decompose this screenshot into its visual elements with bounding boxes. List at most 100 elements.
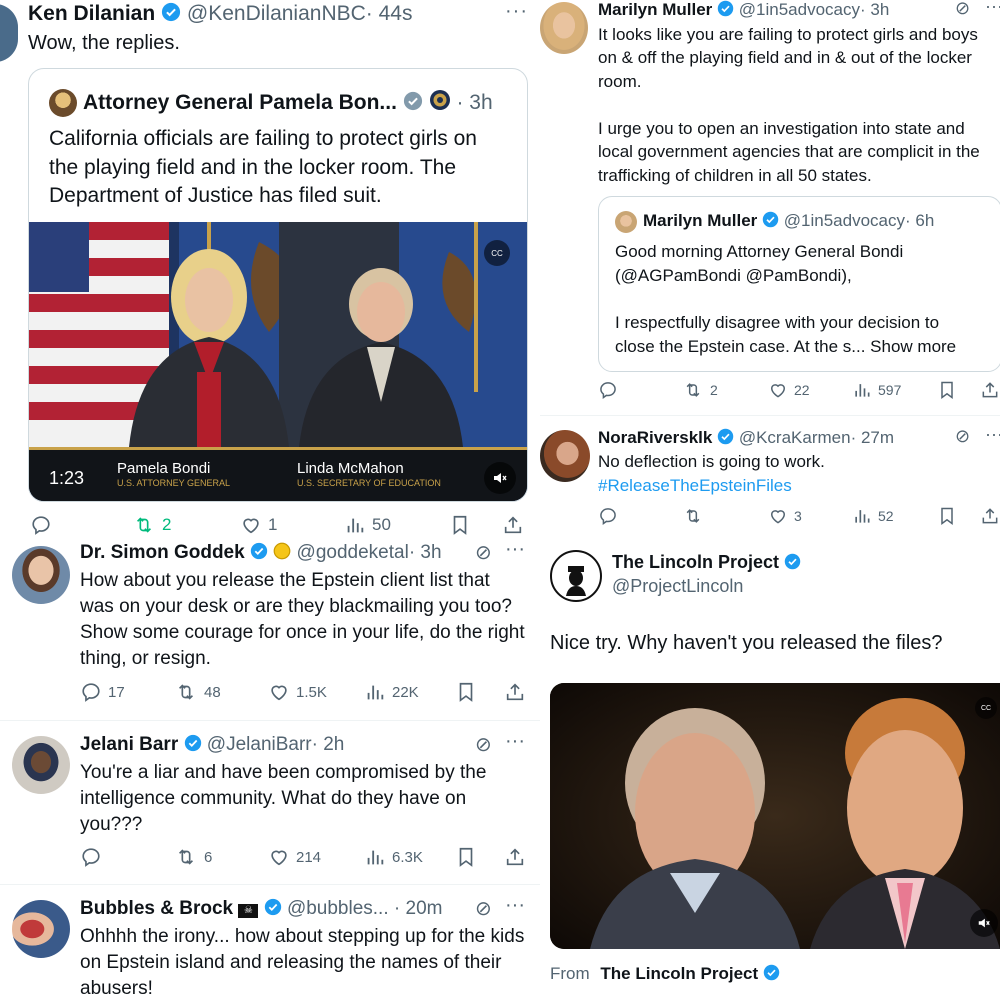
lower-third-name-1: Pamela Bondi bbox=[117, 460, 211, 477]
bookmark-button[interactable] bbox=[938, 506, 956, 526]
timestamp[interactable]: · 44s bbox=[366, 2, 413, 25]
views-button[interactable]: 52 bbox=[852, 506, 894, 526]
bookmark-button[interactable] bbox=[450, 514, 470, 536]
author-name[interactable]: NoraRiversklk bbox=[598, 428, 712, 447]
mute-icon[interactable] bbox=[970, 909, 998, 937]
share-icon bbox=[506, 848, 524, 866]
retweet-count: 2 bbox=[162, 515, 172, 534]
reply-button[interactable] bbox=[80, 846, 102, 868]
retweet-button[interactable]: 6 bbox=[174, 846, 212, 868]
views-button[interactable]: 6.3K bbox=[364, 846, 423, 868]
author-handle[interactable]: @bubbles... bbox=[287, 898, 389, 919]
share-button[interactable] bbox=[502, 514, 524, 536]
like-button[interactable]: 1.5K bbox=[268, 681, 327, 703]
views-button[interactable]: 50 bbox=[344, 514, 391, 536]
like-button[interactable]: 214 bbox=[268, 846, 321, 868]
author-name[interactable]: Bubbles & Brock bbox=[80, 898, 233, 919]
show-more-link[interactable]: Show more bbox=[870, 337, 956, 356]
avatar[interactable] bbox=[540, 430, 590, 482]
views-button[interactable]: 597 bbox=[852, 380, 901, 400]
grok-icon[interactable]: ⊘ bbox=[955, 426, 970, 447]
author-handle[interactable]: @goddeketal bbox=[297, 542, 409, 563]
doj-seal-icon bbox=[429, 90, 450, 110]
reply-icon bbox=[82, 683, 100, 702]
quote-tweet-card[interactable]: Marilyn Muller @1in5advocacy· 6h Good mo… bbox=[598, 196, 1000, 372]
retweet-button[interactable]: 48 bbox=[174, 681, 221, 703]
author-name[interactable]: Ken Dilanian bbox=[28, 2, 155, 25]
retweet-button[interactable]: 2 bbox=[132, 514, 171, 536]
timestamp[interactable]: · 20m bbox=[394, 898, 443, 919]
author-handle[interactable]: @1in5advocacy bbox=[739, 0, 860, 19]
captions-icon[interactable]: CC bbox=[484, 240, 510, 266]
verified-badge-icon bbox=[184, 734, 201, 752]
author-name[interactable]: Jelani Barr bbox=[80, 734, 178, 755]
avatar[interactable] bbox=[12, 546, 70, 604]
timestamp[interactable]: · 27m bbox=[851, 428, 894, 447]
more-icon[interactable]: ··· bbox=[505, 540, 525, 561]
retweet-button[interactable]: 2 bbox=[682, 380, 718, 400]
more-icon[interactable]: ··· bbox=[505, 894, 525, 917]
like-button[interactable]: 1 bbox=[240, 514, 277, 536]
bookmark-button[interactable] bbox=[938, 380, 956, 400]
reply-button[interactable]: 17 bbox=[80, 681, 125, 703]
timestamp[interactable]: · 3h bbox=[409, 542, 442, 563]
reply-button[interactable] bbox=[598, 506, 618, 526]
quote-tweet-card[interactable]: Attorney General Pamela Bon... · 3h Cali… bbox=[28, 68, 528, 502]
tweet-marilyn-muller-panel: Marilyn Muller @1in5advocacy· 3h ⊘ ··· I… bbox=[540, 0, 1000, 540]
more-icon[interactable]: ··· bbox=[985, 424, 1000, 445]
quote-line-2: (@AGPamBondi @PamBondi), bbox=[615, 266, 852, 285]
like-count: 1 bbox=[268, 515, 278, 534]
more-icon[interactable]: ··· bbox=[505, 0, 528, 23]
views-icon bbox=[347, 518, 364, 533]
share-button[interactable] bbox=[980, 380, 1000, 400]
reply-button[interactable] bbox=[30, 514, 52, 536]
timestamp[interactable]: · 2h bbox=[312, 734, 345, 755]
embedded-video[interactable]: CC bbox=[550, 683, 1000, 949]
avatar[interactable] bbox=[550, 550, 602, 602]
grok-icon[interactable]: ⊘ bbox=[475, 732, 492, 757]
mute-icon[interactable] bbox=[484, 462, 516, 494]
share-button[interactable] bbox=[980, 506, 1000, 526]
views-icon bbox=[855, 384, 870, 397]
bookmark-icon bbox=[453, 515, 467, 535]
views-button[interactable]: 22K bbox=[364, 681, 419, 703]
grok-icon[interactable]: ⊘ bbox=[475, 896, 492, 921]
avatar[interactable] bbox=[12, 736, 70, 794]
bookmark-button[interactable] bbox=[456, 846, 476, 868]
avatar[interactable] bbox=[12, 900, 70, 958]
reply-button[interactable] bbox=[598, 380, 618, 400]
author-handle[interactable]: @ProjectLincoln bbox=[612, 576, 743, 597]
author-name[interactable]: Dr. Simon Goddek bbox=[80, 542, 245, 563]
more-icon[interactable]: ··· bbox=[505, 730, 525, 753]
tweet-lincoln-project: The Lincoln Project @ProjectLincoln Nice… bbox=[540, 540, 1000, 1000]
views-icon bbox=[855, 510, 870, 523]
lower-third-title-2: U.S. SECRETARY OF EDUCATION bbox=[297, 478, 441, 488]
grok-icon[interactable]: ⊘ bbox=[475, 540, 492, 565]
author-handle[interactable]: @JelaniBarr bbox=[207, 734, 312, 755]
avatar[interactable] bbox=[0, 4, 18, 62]
share-button[interactable] bbox=[504, 681, 526, 703]
author-name[interactable]: The Lincoln Project bbox=[612, 552, 779, 572]
bookmark-button[interactable] bbox=[456, 681, 476, 703]
views-icon bbox=[367, 685, 384, 700]
more-icon[interactable]: ··· bbox=[985, 0, 1000, 17]
captions-icon[interactable]: CC bbox=[975, 697, 997, 719]
avatar[interactable] bbox=[540, 2, 588, 54]
like-button[interactable]: 22 bbox=[768, 380, 810, 400]
like-button[interactable]: 3 bbox=[768, 506, 802, 526]
author-name[interactable]: Marilyn Muller bbox=[598, 0, 712, 19]
retweet-button[interactable] bbox=[682, 506, 704, 526]
quote-author-handle: @1in5advocacy bbox=[783, 211, 905, 230]
author-handle[interactable]: @KenDilanianNBC bbox=[187, 2, 366, 25]
verified-badge-icon bbox=[264, 898, 281, 916]
author-handle[interactable]: @KcraKarmen bbox=[739, 428, 851, 447]
share-icon bbox=[982, 508, 998, 524]
hashtag-link[interactable]: #ReleaseTheEpsteinFiles bbox=[598, 476, 792, 496]
from-source-link[interactable]: The Lincoln Project bbox=[600, 964, 758, 983]
reply-icon bbox=[600, 382, 616, 399]
grok-icon[interactable]: ⊘ bbox=[955, 0, 970, 19]
share-button[interactable] bbox=[504, 846, 526, 868]
video-duration: 1:23 bbox=[49, 468, 85, 488]
video-player[interactable]: 1:23 Pamela Bondi U.S. ATTORNEY GENERAL … bbox=[29, 222, 527, 501]
timestamp[interactable]: · 3h bbox=[860, 0, 889, 19]
